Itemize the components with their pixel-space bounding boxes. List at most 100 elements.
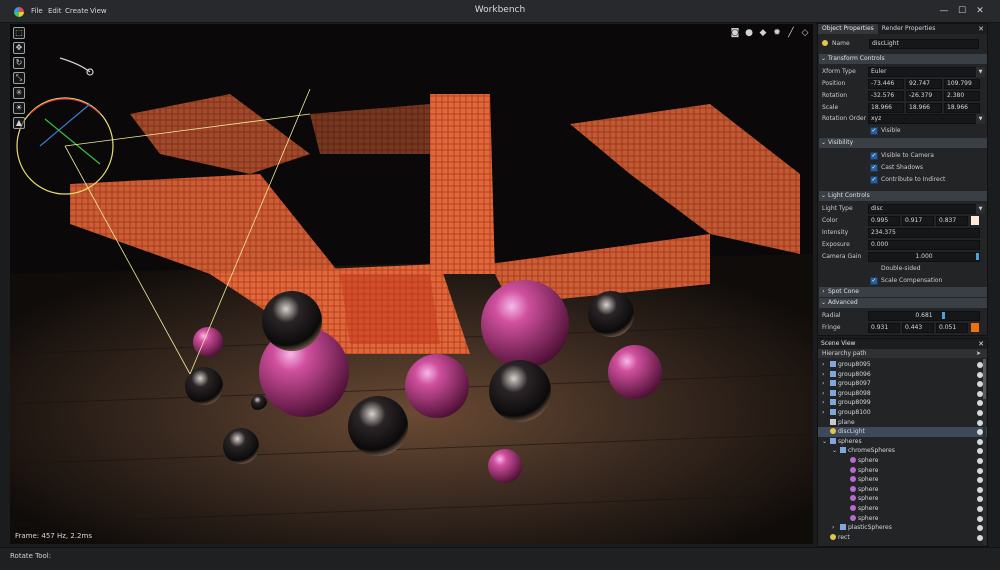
fringe-swatch[interactable] [971,323,979,332]
exposure-field[interactable]: 0.000 [868,240,980,250]
slider-handle[interactable] [976,253,979,260]
color-r-field[interactable]: 0.995 [868,216,900,226]
scale-x-field[interactable]: 18.966 [868,103,904,113]
scene-scrollbar[interactable] [983,359,986,545]
close-button[interactable]: ✕ [973,5,987,17]
shading-box-icon[interactable]: ✹ [771,27,783,39]
expander-icon[interactable]: ⌄ [832,446,840,456]
tree-item-label: rect [838,533,850,541]
expander-icon[interactable]: › [822,379,830,389]
section-spot-cone[interactable]: › Spot Cone [819,287,987,297]
light-type-select[interactable]: disc [868,204,980,214]
position-x-field[interactable]: -73.446 [868,79,904,89]
camera-gain-slider[interactable]: 1.000 [868,252,980,262]
radial-slider[interactable]: 0.681 [868,311,980,321]
move-icon[interactable]: ✥ [13,42,25,54]
tree-item[interactable]: sphere [818,494,987,504]
tree-item[interactable]: › group8095 [818,360,987,370]
tree-item[interactable]: sphere [818,485,987,495]
section-light-controls[interactable]: ⌄ Light Controls [819,191,987,201]
tree-item[interactable]: › group8100 [818,408,987,418]
tree-item[interactable]: plane [818,418,987,428]
minimize-button[interactable]: — [937,5,951,17]
xform-type-select[interactable]: Euler [868,67,980,77]
tree-item[interactable]: sphere [818,475,987,485]
double-sided-checkbox[interactable] [870,265,878,273]
rotation-x-field[interactable]: -32.576 [868,91,904,101]
color-swatch[interactable] [971,216,979,225]
section-visibility[interactable]: ⌄ Visibility [819,138,987,148]
shading-solid-icon[interactable]: ● [743,27,755,39]
fringe-b-field[interactable]: 0.051 [936,323,968,333]
tree-item[interactable]: ⌄ spheres [818,437,987,447]
tree-item[interactable]: › plasticSpheres [818,523,987,533]
expander-icon[interactable]: › [822,360,830,370]
tree-item[interactable]: rect [818,533,987,543]
position-y-field[interactable]: 92.747 [906,79,942,89]
rotation-order-select[interactable]: xyz [868,114,980,124]
tree-item[interactable]: › group8097 [818,379,987,389]
tree-item[interactable]: sphere [818,456,987,466]
expander-icon[interactable]: ⌄ [822,437,830,447]
chevron-down-icon[interactable]: ▼ [976,67,985,77]
slider-handle[interactable] [942,312,945,319]
camera-gizmo-icon[interactable]: ▲ [13,117,25,129]
chevron-down-icon[interactable]: ▼ [976,114,985,124]
tree-item[interactable]: › group8098 [818,389,987,399]
expander-icon[interactable]: › [822,389,830,399]
tree-item[interactable]: › group8099 [818,398,987,408]
tree-item-label: spheres [838,437,862,445]
visible-checkbox[interactable]: ✓ [870,127,878,135]
cursor-icon[interactable]: ➤ [976,349,981,358]
scale-icon[interactable]: ⤡ [13,72,25,84]
color-g-field[interactable]: 0.917 [902,216,934,226]
fringe-r-field[interactable]: 0.931 [868,323,900,333]
chevron-down-icon[interactable]: ▼ [976,204,985,214]
transform-icon[interactable]: ✳ [13,87,25,99]
rotation-y-field[interactable]: -26.379 [906,91,942,101]
contribute-indirect-checkbox[interactable]: ✓ [870,176,878,184]
tab-render-properties[interactable]: Render Properties [878,24,940,34]
section-transform-controls[interactable]: ⌄ Transform Controls [819,54,987,64]
tree-item[interactable]: sphere [818,514,987,524]
close-icon[interactable]: ✕ [978,339,984,349]
close-icon[interactable]: ✕ [978,24,984,34]
section-advanced[interactable]: ⌄ Advanced [819,298,987,308]
rotate-icon[interactable]: ↻ [13,57,25,69]
position-z-field[interactable]: 109.799 [944,79,980,89]
rotation-z-field[interactable]: 2.380 [944,91,980,101]
scale-z-field[interactable]: 18.966 [944,103,980,113]
render-viewport[interactable]: ⬚ ✥ ↻ ⤡ ✳ ☀ ▲ ◙ ● ◆ ✹ ╱ ◇ Frame: 457 Hz,… [10,24,813,544]
scale-compensation-checkbox[interactable]: ✓ [870,277,878,285]
expander-icon[interactable]: › [822,398,830,408]
expander-icon[interactable]: › [832,523,840,533]
mesh-icon [830,418,836,425]
shading-sphere-icon[interactable]: ◆ [757,27,769,39]
expander-icon[interactable]: › [822,370,830,380]
tree-item[interactable]: sphere [818,504,987,514]
tree-item[interactable]: discLight [818,427,987,437]
intensity-field[interactable]: 234.375 [868,228,980,238]
tab-object-properties[interactable]: Object Properties [818,24,878,34]
maximize-button[interactable]: ☐ [955,5,969,17]
tree-item[interactable]: › group8096 [818,370,987,380]
light-gizmo-icon[interactable]: ☀ [13,102,25,114]
expander-icon[interactable]: › [822,408,830,418]
cast-shadows-checkbox[interactable]: ✓ [870,164,878,172]
visible-to-camera-checkbox[interactable]: ✓ [870,152,878,160]
scrollbar-thumb[interactable] [983,359,986,399]
tree-item-label: sphere [858,495,879,503]
grid-icon[interactable]: ◇ [799,27,811,39]
name-field[interactable]: discLight [869,39,979,49]
group-icon [830,389,836,396]
status-bar: Rotate Tool: [0,547,1000,570]
scale-y-field[interactable]: 18.966 [906,103,942,113]
wireframe-icon[interactable]: ╱ [785,27,797,39]
select-icon[interactable]: ⬚ [13,27,25,39]
camera-icon[interactable]: ◙ [729,27,741,39]
fringe-g-field[interactable]: 0.443 [902,323,934,333]
tree-item[interactable]: sphere [818,466,987,476]
tree-item-label: sphere [858,476,879,484]
tree-item[interactable]: ⌄ chromeSpheres [818,446,987,456]
color-b-field[interactable]: 0.837 [936,216,968,226]
